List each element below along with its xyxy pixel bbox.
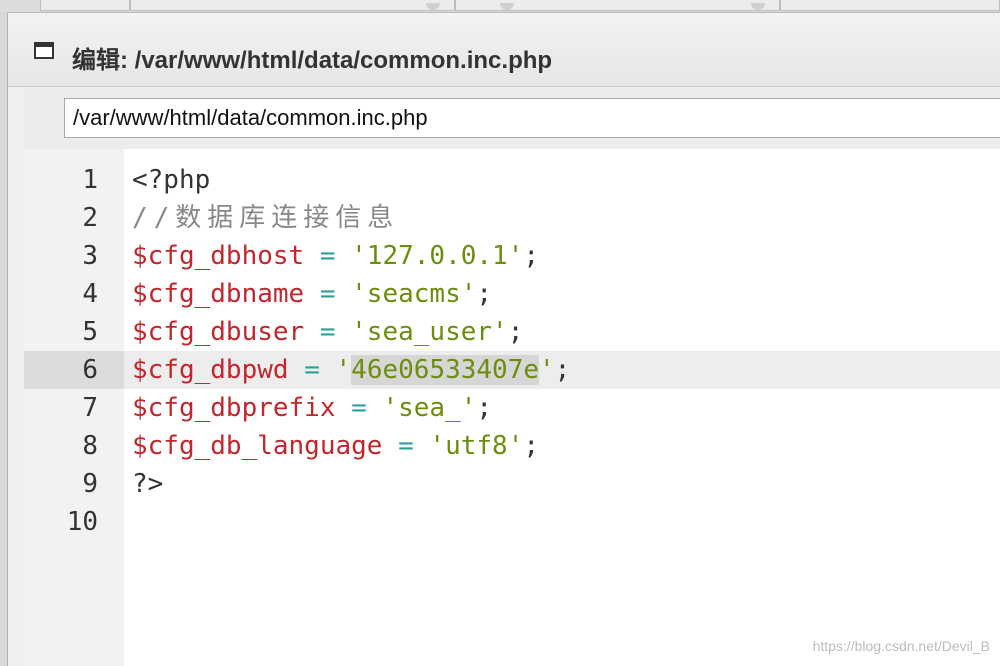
line-number: 6 <box>24 351 124 389</box>
line-number: 9 <box>82 469 98 499</box>
code-token: = <box>382 431 430 461</box>
tab-strip <box>0 0 1000 13</box>
background-window-edge <box>0 12 8 666</box>
code-token: ' <box>539 355 555 385</box>
code-text: $cfg_dbprefix = 'sea_'; <box>132 389 492 427</box>
code-token: $cfg_dbpwd <box>132 355 289 385</box>
path-toolbar <box>24 87 1000 149</box>
line-number: 3 <box>82 241 98 271</box>
close-icon[interactable] <box>426 3 440 10</box>
code-token: ; <box>554 355 571 385</box>
code-text: //数据库连接信息 <box>132 199 399 237</box>
file-path-input[interactable] <box>64 98 1000 138</box>
close-icon[interactable] <box>500 3 514 10</box>
watermark: https://blog.csdn.net/Devil_B <box>812 638 990 654</box>
code-token: ; <box>476 279 493 309</box>
code-token: '127.0.0.1' <box>351 241 524 271</box>
line-number: 5 <box>82 317 98 347</box>
code-token: //数据库连接信息 <box>132 203 400 233</box>
edit-dialog: 编辑: /var/www/html/data/common.inc.php 1 <… <box>8 13 1000 666</box>
code-editor[interactable]: 1 <?php 2 //数据库连接信息 3 $cfg_dbhost = '127.0.0.… <box>24 149 1000 666</box>
code-text: $cfg_dbhost = '127.0.0.1'; <box>132 237 539 275</box>
code-text: <?php <box>132 161 210 199</box>
dialog-title: 编辑: /var/www/html/data/common.inc.php <box>72 47 553 74</box>
line-number: 1 <box>82 165 98 195</box>
code-text: $cfg_db_language = 'utf8'; <box>132 427 539 465</box>
code-token: ; <box>507 317 524 347</box>
tab-1[interactable] <box>40 0 130 11</box>
line-number: 4 <box>82 279 98 309</box>
code-text: $cfg_dbname = 'seacms'; <box>132 275 492 313</box>
code-token: 'sea_' <box>382 393 477 423</box>
code-token: = <box>304 279 352 309</box>
line-number: 10 <box>66 507 98 537</box>
code-line[interactable]: 10 <box>24 503 1000 541</box>
code-line[interactable]: 6 $cfg_dbpwd = '46e06533407e'; <box>24 351 1000 389</box>
code-token: ; <box>476 393 493 423</box>
code-line[interactable]: 1 <?php <box>24 161 1000 199</box>
code-line[interactable]: 9 ?> <box>24 465 1000 503</box>
code-token: = <box>304 317 352 347</box>
code-token: $cfg_dbhost <box>132 241 305 271</box>
code-token: = <box>288 355 336 385</box>
code-token: 'seacms' <box>351 279 477 309</box>
tab-3[interactable] <box>455 0 780 11</box>
code-token: = <box>304 241 352 271</box>
code-line[interactable]: 7 $cfg_dbprefix = 'sea_'; <box>24 389 1000 427</box>
line-number: 2 <box>82 203 98 233</box>
code-line[interactable]: 8 $cfg_db_language = 'utf8'; <box>24 427 1000 465</box>
code-text: ?> <box>132 465 163 503</box>
window-icon <box>34 42 54 59</box>
code-token: $cfg_dbuser <box>132 317 305 347</box>
code-token: $cfg_db_language <box>132 431 383 461</box>
code-token: ; <box>523 241 539 271</box>
dialog-titlebar[interactable]: 编辑: /var/www/html/data/common.inc.php <box>8 13 1000 87</box>
code-token: = <box>335 393 383 423</box>
code-token: 'utf8' <box>429 431 524 461</box>
line-number: 7 <box>82 393 98 423</box>
code-line[interactable]: 4 $cfg_dbname = 'seacms'; <box>24 275 1000 313</box>
close-icon[interactable] <box>751 3 765 10</box>
tab-4[interactable] <box>780 0 1000 11</box>
selected-text: 46e06533407e <box>351 355 540 385</box>
code-text: $cfg_dbuser = 'sea_user'; <box>132 313 523 351</box>
code-token: $cfg_dbprefix <box>132 393 336 423</box>
code-token: ?> <box>132 469 164 499</box>
code-text: $cfg_dbpwd = '46e06533407e'; <box>132 351 570 389</box>
code-token: <?php <box>132 165 211 195</box>
code-token: ' <box>335 355 352 385</box>
code-line[interactable]: 5 $cfg_dbuser = 'sea_user'; <box>24 313 1000 351</box>
code-token: 'sea_user' <box>351 317 508 347</box>
code-line[interactable]: 3 $cfg_dbhost = '127.0.0.1'; <box>24 237 1000 275</box>
code-token: $cfg_dbname <box>132 279 305 309</box>
line-number: 8 <box>82 431 98 461</box>
tab-2[interactable] <box>130 0 455 11</box>
code-line[interactable]: 2 //数据库连接信息 <box>24 199 1000 237</box>
code-token: ; <box>523 431 539 461</box>
